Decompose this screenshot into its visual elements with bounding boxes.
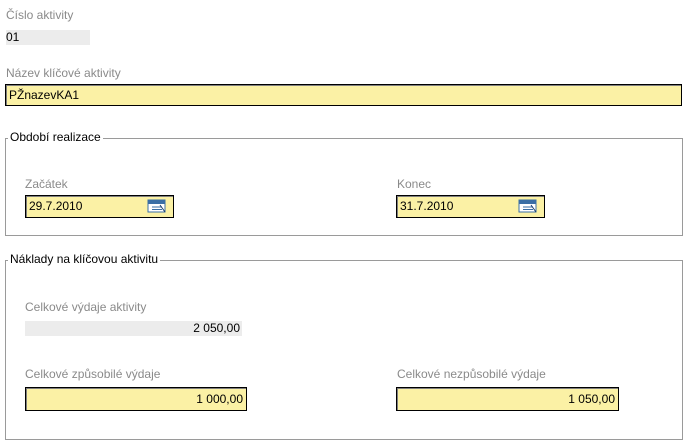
costs-legend: Náklady na klíčovou aktivitu: [8, 252, 161, 266]
calendar-icon[interactable]: [146, 197, 168, 214]
key-activity-name-field[interactable]: PŽnazevKA1: [5, 84, 682, 106]
activity-number-value: 01: [6, 30, 90, 45]
end-date-label: Konec: [397, 177, 432, 191]
costs-group: Náklady na klíčovou aktivitu: [5, 252, 683, 440]
end-date-value: 31.7.2010: [400, 199, 454, 213]
realization-period-group: Období realizace: [5, 130, 683, 236]
total-costs-label: Celkové výdaje aktivity: [25, 300, 147, 314]
calendar-icon[interactable]: [517, 197, 539, 214]
end-date-field[interactable]: 31.7.2010: [396, 195, 545, 218]
key-activity-name-label: Název klíčové aktivity: [6, 66, 121, 80]
total-costs-value: 2 050,00: [25, 321, 242, 336]
start-date-value: 29.7.2010: [29, 199, 83, 213]
eligible-costs-label: Celkové způsobilé výdaje: [25, 367, 161, 381]
activity-number-label: Číslo aktivity: [6, 8, 74, 22]
start-date-label: Začátek: [25, 177, 68, 191]
start-date-field[interactable]: 29.7.2010: [25, 195, 174, 218]
ineligible-costs-field[interactable]: 1 050,00: [396, 387, 619, 411]
eligible-costs-field[interactable]: 1 000,00: [25, 387, 247, 411]
ineligible-costs-label: Celkové nezpůsobilé výdaje: [397, 367, 546, 381]
realization-period-legend: Období realizace: [8, 130, 103, 144]
